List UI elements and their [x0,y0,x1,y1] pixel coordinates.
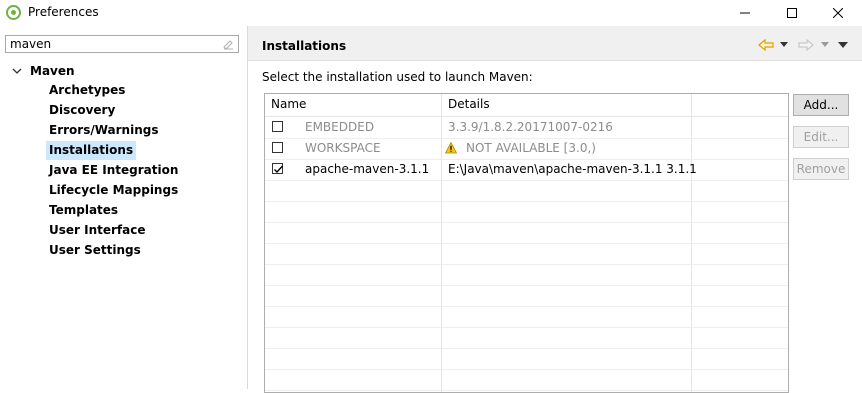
column-header-details[interactable]: Details [448,97,490,111]
clear-filter-icon[interactable] [222,38,234,50]
installation-name: apache-maven-3.1.1 [305,162,430,176]
filter-text[interactable]: maven [10,37,51,51]
minimize-icon [740,12,750,14]
table-row-workspace[interactable]: WORKSPACE NOT AVAILABLE [3.0,) [265,138,788,159]
column-header-name[interactable]: Name [271,97,306,111]
checkmark-icon [274,165,284,174]
warning-icon [445,142,457,154]
tree-node-maven[interactable]: Maven [10,62,75,80]
close-icon [833,8,843,18]
installations-table: Name Details EMBEDDED 3.3.9/1.8.2.201710… [264,93,789,393]
page-title: Installations [262,39,347,53]
tree-item-lifecycle-mappings[interactable]: Lifecycle Mappings [46,181,181,200]
table-header: Name Details [265,94,788,117]
remove-button[interactable]: Remove [793,158,849,180]
arrow-right-icon [798,39,814,51]
row-divider [265,369,788,370]
tree-item-discovery[interactable]: Discovery [46,101,118,120]
installation-name: WORKSPACE [305,141,381,155]
maximize-button[interactable] [769,0,815,26]
row-divider [265,390,788,391]
tree-node-label: Maven [30,64,75,78]
row-checkbox[interactable] [272,121,283,132]
view-menu-icon [838,41,848,48]
row-divider [265,306,788,307]
row-divider [265,264,788,265]
close-button[interactable] [815,0,861,26]
filter-input[interactable]: maven [5,35,239,53]
chevron-down-icon [821,42,829,47]
back-history-menu[interactable] [780,38,788,52]
installation-details: E:\Java\maven\apache-maven-3.1.1 3.1.1 [448,162,697,176]
row-divider [265,327,788,328]
installation-details: NOT AVAILABLE [3.0,) [466,141,596,155]
tree-item-errors-warnings[interactable]: Errors/Warnings [46,121,161,140]
row-divider [265,348,788,349]
back-button[interactable] [758,38,774,52]
add-button[interactable]: Add... [793,94,849,116]
tree-item-templates[interactable]: Templates [46,201,121,220]
preference-page: Installations Select the installation us… [248,26,862,393]
table-row-apache-maven[interactable]: apache-maven-3.1.1 E:\Java\maven\apache-… [265,159,788,180]
tree-item-archetypes[interactable]: Archetypes [46,81,128,100]
tree-item-java-ee-integration[interactable]: Java EE Integration [46,161,181,180]
installation-details: 3.3.9/1.8.2.20171007-0216 [448,120,613,134]
chevron-down-icon [780,42,788,47]
row-divider [265,180,788,181]
table-row-embedded[interactable]: EMBEDDED 3.3.9/1.8.2.20171007-0216 [265,117,788,138]
preferences-navigation: maven Maven Archetypes Discovery Errors/… [0,26,247,389]
minimize-button[interactable] [722,0,768,26]
eclipse-sts-icon [6,5,21,20]
arrow-left-icon [758,39,774,51]
page-header: Installations [248,26,862,61]
row-divider [265,201,788,202]
installation-name: EMBEDDED [305,120,375,134]
forward-button[interactable] [798,38,814,52]
row-checkbox-checked[interactable] [272,163,284,174]
tree-item-installations[interactable]: Installations [46,141,137,160]
forward-history-menu[interactable] [821,38,829,52]
edit-button[interactable]: Edit... [793,126,849,148]
title-bar: Preferences [0,0,862,26]
maximize-icon [787,8,797,18]
chevron-down-icon[interactable] [10,64,24,78]
row-divider [265,285,788,286]
row-divider [265,222,788,223]
tree-item-user-settings[interactable]: User Settings [46,241,144,260]
row-checkbox[interactable] [272,142,283,153]
page-description: Select the installation used to launch M… [262,70,533,84]
view-menu-button[interactable] [838,38,848,52]
tree-item-user-interface[interactable]: User Interface [46,221,149,240]
window-title: Preferences [28,5,99,19]
row-divider [265,243,788,244]
